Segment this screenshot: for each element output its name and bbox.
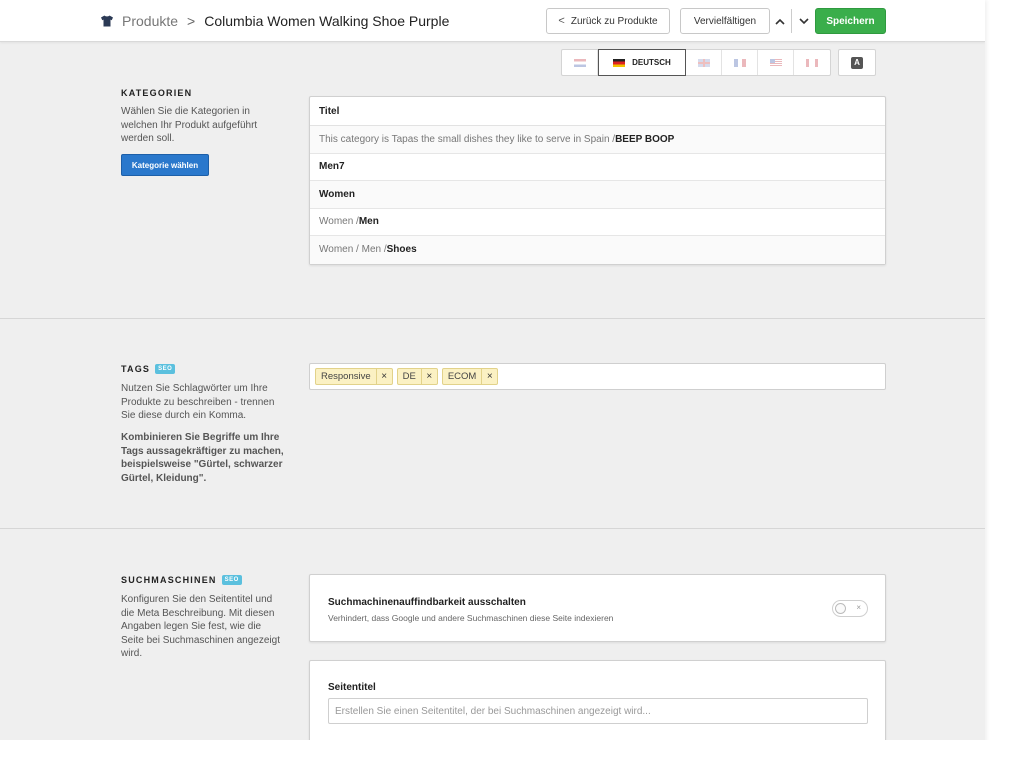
page-title-label: Seitentitel	[328, 682, 376, 693]
tag-chip: ECOM ×	[441, 368, 499, 385]
table-row[interactable]: Women	[310, 181, 885, 209]
search-visibility-subtitle: Verhindert, dass Google und andere Suchm…	[328, 613, 614, 623]
table-row[interactable]: Women / Men / Shoes	[310, 236, 885, 264]
breadcrumb-separator: >	[187, 13, 196, 29]
seo-badge: SEO	[155, 364, 176, 374]
seo-heading: SUCHMASCHINEN SEO	[121, 575, 242, 585]
gb-flag-icon	[697, 58, 710, 67]
back-to-products-label: Zurück zu Produkte	[570, 15, 658, 27]
tags-hint: Kombinieren Sie Begriffe um Ihre Tags au…	[121, 432, 284, 484]
language-gb[interactable]	[686, 50, 722, 75]
tag-chip: Responsive ×	[315, 368, 393, 385]
window-bottom-area	[0, 740, 1024, 768]
categories-title: KATEGORIEN	[121, 88, 193, 98]
fr-flag-icon	[733, 58, 746, 67]
tags-heading: TAGS SEO	[121, 364, 176, 374]
top-bar: Produkte > Columbia Women Walking Shoe P…	[0, 0, 985, 42]
table-header-title: Titel	[310, 97, 885, 126]
table-row[interactable]: Men7	[310, 154, 885, 181]
category-path: Women / Men /	[319, 244, 387, 256]
tags-description: Nutzen Sie Schlagwörter um Ihre Produkte…	[121, 383, 275, 421]
category-name: BEEP BOOP	[615, 133, 675, 145]
choose-category-button[interactable]: Kategorie wählen	[121, 154, 209, 176]
ca-flag-icon	[806, 58, 818, 67]
back-to-products-button[interactable]: < Zurück zu Produkte	[546, 8, 670, 34]
de-flag-icon	[613, 58, 626, 67]
categories-table: Titel This category is Tapas the small d…	[309, 96, 886, 265]
active-language-label: DEUTSCH	[632, 58, 671, 67]
categories-description: Wählen Sie die Kategorien in welchen Ihr…	[121, 106, 258, 144]
tag-label: DE	[402, 371, 416, 382]
tag-label: Responsive	[321, 371, 371, 382]
seo-description: Konfiguren Sie den Seitentitel und die M…	[121, 594, 280, 659]
language-fr[interactable]	[722, 50, 758, 75]
remove-tag-icon[interactable]: ×	[375, 369, 392, 384]
duplicate-button[interactable]: Vervielfältigen	[680, 8, 770, 34]
page-title: Columbia Women Walking Shoe Purple	[204, 13, 450, 29]
tag-chip: DE ×	[396, 368, 438, 385]
seo-badge: SEO	[221, 575, 242, 585]
tags-input[interactable]: Responsive × DE × ECOM ×	[309, 363, 886, 390]
nl-flag-icon	[573, 58, 586, 67]
remove-tag-icon[interactable]: ×	[420, 369, 437, 384]
page-title-input[interactable]	[328, 698, 868, 724]
chevron-left-icon: <	[558, 15, 565, 27]
toggle-off-icon: ×	[856, 603, 861, 612]
category-name: Men	[358, 216, 379, 228]
category-path: This category is Tapas the small dishes …	[319, 133, 616, 145]
section-divider	[0, 528, 985, 529]
category-name: Men7	[319, 161, 345, 173]
us-flag-icon	[769, 58, 782, 67]
shirt-icon	[101, 15, 113, 27]
section-divider	[0, 318, 985, 319]
table-row[interactable]: This category is Tapas the small dishes …	[310, 126, 885, 154]
language-ca[interactable]	[794, 50, 830, 75]
app-frame: Produkte > Columbia Women Walking Shoe P…	[0, 0, 985, 768]
chevron-up-icon	[775, 18, 785, 25]
breadcrumb-products-link[interactable]: Produkte	[122, 13, 178, 29]
next-product-button[interactable]	[796, 8, 812, 34]
search-visibility-toggle[interactable]: ×	[832, 600, 868, 617]
translate-icon: A	[851, 56, 863, 69]
language-nl[interactable]	[562, 50, 598, 75]
category-path: Women /	[319, 216, 359, 228]
translate-button[interactable]: A	[838, 49, 876, 76]
toggle-knob	[835, 603, 846, 614]
search-visibility-card: Suchmachinenauffindbarkeit ausschalten V…	[309, 574, 886, 642]
button-divider	[791, 9, 792, 33]
category-name: Women	[319, 188, 355, 200]
language-de[interactable]: DEUTSCH	[598, 49, 686, 76]
previous-product-button[interactable]	[772, 8, 788, 34]
categories-rows: This category is Tapas the small dishes …	[310, 126, 885, 264]
chevron-down-icon	[799, 17, 809, 24]
table-row[interactable]: Women / Men	[310, 209, 885, 236]
language-us[interactable]	[758, 50, 794, 75]
language-selector: DEUTSCH	[561, 49, 831, 76]
category-name: Shoes	[386, 244, 417, 256]
tags-title: TAGS	[121, 364, 151, 374]
tag-label: ECOM	[447, 371, 477, 382]
breadcrumb: Produkte > Columbia Women Walking Shoe P…	[100, 12, 449, 30]
save-button[interactable]: Speichern	[815, 8, 886, 34]
remove-tag-icon[interactable]: ×	[481, 369, 497, 384]
categories-heading: KATEGORIEN	[121, 88, 192, 98]
seo-title: SUCHMASCHINEN	[121, 575, 217, 585]
search-visibility-title: Suchmachinenauffindbarkeit ausschalten	[328, 597, 526, 608]
page-title-card: Seitentitel	[309, 660, 886, 750]
